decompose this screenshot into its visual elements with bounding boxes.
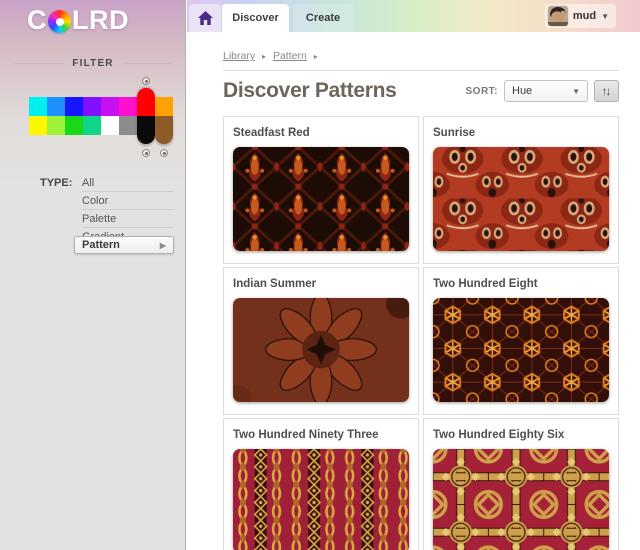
color-filter-toggle-black[interactable] (142, 149, 150, 157)
color-swatch-azure[interactable] (47, 97, 65, 116)
filter-title: FILTER (72, 58, 114, 69)
color-swatch-red-selected[interactable] (137, 88, 155, 116)
color-swatch-brown-selected[interactable] (155, 116, 173, 144)
color-swatch-purple[interactable] (101, 97, 119, 116)
home-icon (197, 11, 213, 25)
user-avatar (547, 6, 568, 26)
sort-direction-icon: ↑↓ (601, 84, 612, 98)
color-filter-toggle-red[interactable] (142, 77, 150, 85)
pattern-card[interactable]: Indian Summer (223, 267, 419, 415)
pattern-card-title[interactable]: Sunrise (433, 127, 609, 139)
color-filter-toggle-brown[interactable] (160, 149, 168, 157)
filter-sidebar: C LRD FILTER TYPE: All Color Palette Pat… (0, 0, 186, 550)
type-label: TYPE: (40, 177, 73, 189)
filter-header: FILTER (0, 58, 186, 69)
page-title: Discover Patterns (223, 79, 397, 102)
type-option-pattern-selected[interactable]: Pattern ▶ (74, 236, 174, 254)
pattern-card-title[interactable]: Steadfast Red (233, 127, 409, 139)
divider (223, 70, 619, 71)
color-swatch-white[interactable] (101, 116, 119, 135)
color-swatch-yellowgreen[interactable] (47, 116, 65, 135)
color-swatch-yellow[interactable] (29, 116, 47, 135)
color-swatch-violet[interactable] (83, 97, 101, 116)
logo-letters-lrd: LRD (72, 5, 129, 35)
color-swatch-green[interactable] (65, 116, 83, 135)
sort-direction-button[interactable]: ↑↓ (594, 80, 619, 102)
sort-value: Hue (512, 85, 533, 97)
pattern-card-title[interactable]: Indian Summer (233, 278, 409, 290)
pattern-card-title[interactable]: Two Hundred Eight (433, 278, 609, 290)
tab-create-label: Create (305, 12, 341, 24)
color-swatch-orange[interactable] (155, 97, 173, 116)
color-swatch-spring[interactable] (83, 116, 101, 135)
sort-dropdown[interactable]: Hue ▼ (504, 80, 588, 102)
pattern-card[interactable]: Sunrise (423, 116, 619, 264)
pattern-image[interactable] (233, 449, 409, 550)
pattern-card-title[interactable]: Two Hundred Eighty Six (433, 429, 609, 441)
color-wheel-icon (48, 10, 71, 33)
chevron-down-icon: ▼ (572, 86, 580, 96)
pattern-image[interactable] (233, 298, 409, 402)
tab-discover[interactable]: Discover (222, 4, 289, 32)
color-swatch-gray[interactable] (119, 116, 137, 135)
breadcrumb-pattern[interactable]: Pattern (273, 50, 307, 62)
pattern-card-title[interactable]: Two Hundred Ninety Three (233, 429, 409, 441)
main-area: Discover Create mud ▼ Library ▸ Pattern … (187, 0, 640, 550)
chevron-down-icon: ▼ (601, 11, 609, 21)
type-option-color[interactable]: Color (82, 192, 174, 210)
type-option-pattern-label: Pattern (82, 239, 120, 251)
username: mud (572, 10, 597, 22)
pattern-image[interactable] (433, 449, 609, 550)
pattern-card[interactable]: Steadfast Red (223, 116, 419, 264)
divider (121, 63, 173, 64)
colrd-app: C LRD FILTER TYPE: All Color Palette Pat… (0, 0, 640, 550)
user-menu[interactable]: mud ▼ (544, 4, 616, 28)
breadcrumb-separator-icon: ▸ (313, 52, 318, 61)
pattern-card[interactable]: Two Hundred Eight (423, 267, 619, 415)
pattern-image[interactable] (433, 298, 609, 402)
content-area: Library ▸ Pattern ▸ Discover Patterns SO… (187, 32, 640, 550)
color-swatch-black-selected[interactable] (137, 116, 155, 144)
home-tab[interactable] (189, 4, 221, 32)
tab-create[interactable]: Create (293, 4, 353, 32)
pattern-grid: Steadfast Red Sunrise Indian Summer Two … (223, 116, 619, 550)
pattern-card[interactable]: Two Hundred Ninety Three (223, 418, 419, 550)
breadcrumb-separator-icon: ▸ (262, 52, 267, 61)
logo-letter-c: C (27, 5, 47, 35)
color-filter-palette (29, 77, 173, 157)
pattern-card[interactable]: Two Hundred Eighty Six (423, 418, 619, 550)
colrd-logo[interactable]: C LRD (27, 5, 129, 36)
title-row: Discover Patterns SORT: Hue ▼ ↑↓ (223, 78, 619, 104)
type-option-palette[interactable]: Palette (82, 210, 174, 228)
top-navigation-bar: Discover Create mud ▼ (187, 0, 640, 32)
sort-controls: SORT: Hue ▼ ↑↓ (465, 80, 619, 102)
type-option-all[interactable]: All (82, 174, 174, 192)
color-swatch-magenta[interactable] (119, 97, 137, 116)
breadcrumb: Library ▸ Pattern ▸ (223, 50, 619, 62)
pattern-image[interactable] (433, 147, 609, 251)
divider (14, 63, 65, 64)
color-swatch-blue[interactable] (65, 97, 83, 116)
chevron-right-icon: ▶ (159, 240, 166, 250)
sort-label: SORT: (465, 85, 498, 97)
tab-discover-label: Discover (232, 12, 279, 24)
pattern-image[interactable] (233, 147, 409, 251)
color-swatch-cyan[interactable] (29, 97, 47, 116)
breadcrumb-library[interactable]: Library (223, 50, 255, 62)
